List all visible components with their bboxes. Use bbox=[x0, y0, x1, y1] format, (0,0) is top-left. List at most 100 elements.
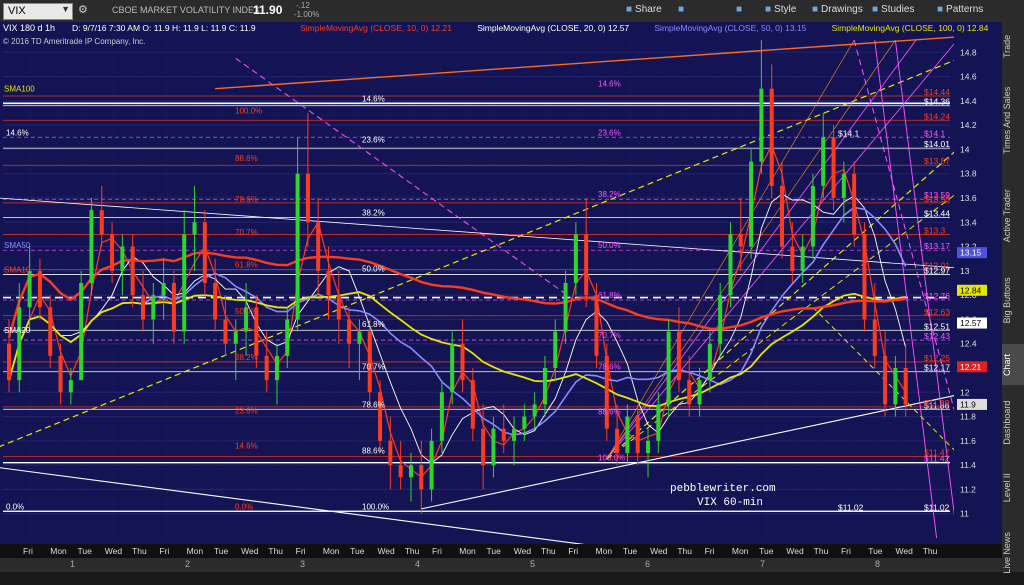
bottom-bar-item[interactable]: 1 bbox=[70, 559, 75, 569]
y-tick-label: 14.8 bbox=[960, 47, 977, 57]
price-tag-text: 12.84 bbox=[960, 285, 982, 295]
sma-label: SMA20 bbox=[4, 326, 31, 335]
candle-body bbox=[676, 331, 681, 381]
price-level-label: $13.44 bbox=[924, 208, 950, 218]
button-label: Patterns bbox=[946, 4, 984, 15]
candle-body bbox=[790, 246, 795, 271]
x-tick-label: Wed bbox=[241, 546, 259, 556]
bottom-bar-item[interactable]: 5 bbox=[530, 559, 535, 569]
tab-dashboard[interactable]: Dashboard bbox=[1002, 391, 1024, 454]
bottom-bar-item[interactable]: 3 bbox=[300, 559, 305, 569]
tab-level-ii[interactable]: Level II bbox=[1002, 459, 1024, 516]
candle-body bbox=[883, 355, 888, 405]
price-level-label: $13.3 bbox=[924, 225, 946, 235]
share-button[interactable]: ■ Share bbox=[626, 4, 662, 15]
price-level-label: $14.36 bbox=[924, 97, 950, 107]
bottom-bar-item[interactable]: 2 bbox=[185, 559, 190, 569]
candle-body bbox=[759, 88, 764, 162]
candle-body bbox=[573, 234, 578, 283]
studies-button[interactable]: ■ Studies bbox=[872, 4, 914, 15]
candle-body bbox=[99, 210, 104, 235]
patterns-button[interactable]: ■ Patterns bbox=[937, 4, 983, 15]
gear-icon[interactable]: ⚙ bbox=[78, 3, 88, 16]
tab-times-and-sales[interactable]: Times And Sales bbox=[1002, 73, 1024, 168]
candle-body bbox=[780, 185, 785, 247]
price-level-label: $12.76 bbox=[924, 291, 950, 301]
price-chart[interactable]: 14.6% 23.6% 38.2% 50.0% 61.8% 70.7% 78.6% 88.6%… bbox=[0, 22, 1002, 558]
candle-body bbox=[429, 440, 434, 490]
x-tick-label: Thu bbox=[405, 546, 420, 556]
time-axis[interactable]: Fri Mon Tue Wed Thu Fri Mon Tue Wed Thu Fri Mon Tue W… bbox=[0, 544, 1002, 558]
fib-label: 78.6% bbox=[362, 400, 385, 409]
y-tick-label: 11.4 bbox=[960, 460, 976, 470]
share-icon: ■ bbox=[626, 4, 633, 15]
study-legend: SimpleMovingAvg (CLOSE, 100, 0) 12.84 bbox=[832, 23, 989, 33]
x-tick-label: Wed bbox=[786, 546, 804, 556]
x-tick-label: Mon bbox=[50, 546, 67, 556]
bottom-bar-item[interactable]: 6 bbox=[645, 559, 650, 569]
candle-body bbox=[769, 88, 774, 186]
button-label: Style bbox=[774, 4, 797, 15]
bottom-bar-item[interactable]: 7 bbox=[760, 559, 765, 569]
x-tick-label: Thu bbox=[923, 546, 938, 556]
symbol-input[interactable]: VIX ▼ bbox=[3, 3, 73, 20]
fib-label: 88.6% bbox=[362, 446, 385, 455]
candle-body bbox=[182, 234, 187, 332]
x-tick-label: Fri bbox=[159, 546, 169, 556]
tab-chart[interactable]: Chart bbox=[1002, 343, 1024, 385]
drawings-icon: ■ bbox=[812, 4, 819, 15]
x-tick-label: Mon bbox=[596, 546, 613, 556]
candle-body bbox=[697, 380, 702, 405]
x-tick-label: Mon bbox=[187, 546, 204, 556]
price-level-label: $12.63 bbox=[924, 307, 950, 317]
price-level-label: $11.02 bbox=[838, 502, 864, 512]
candle-body bbox=[326, 270, 331, 296]
candle-body bbox=[635, 416, 640, 453]
studies-icon: ■ bbox=[872, 4, 879, 15]
candle-body bbox=[872, 319, 877, 356]
gear-button[interactable]: ■ bbox=[736, 4, 745, 15]
price-level-label: $11.42 bbox=[924, 454, 950, 464]
tab-live-news[interactable]: Live News bbox=[1002, 522, 1024, 585]
fib-label: 50.0% bbox=[598, 241, 621, 250]
tab-active-trader[interactable]: Active Trader bbox=[1002, 174, 1024, 258]
candle-body bbox=[687, 380, 692, 405]
candle-body bbox=[800, 246, 805, 271]
bottom-bar-item[interactable]: 4 bbox=[415, 559, 420, 569]
fib-label: 0.0% bbox=[235, 502, 253, 511]
fib-label: 78.6% bbox=[235, 195, 258, 204]
tab-trade[interactable]: Trade bbox=[1002, 26, 1024, 67]
copyright: © 2016 TD Ameritrade IP Company, Inc. bbox=[3, 37, 145, 46]
y-tick-label: 11.8 bbox=[960, 412, 976, 422]
y-tick-label: 12.4 bbox=[960, 339, 977, 349]
y-tick-label: 14.6 bbox=[960, 72, 977, 82]
candle-body bbox=[336, 295, 341, 320]
x-tick-label: Wed bbox=[377, 546, 395, 556]
x-tick-label: Mon bbox=[732, 546, 749, 556]
fib-label: 14.6% bbox=[362, 94, 385, 103]
candle-body bbox=[398, 465, 403, 478]
style-button[interactable]: ■ Style bbox=[765, 4, 796, 15]
bell-button[interactable]: ■ bbox=[678, 4, 687, 15]
candle-body bbox=[512, 428, 517, 441]
y-tick-label: 14.2 bbox=[960, 120, 977, 130]
y-tick-label: 14 bbox=[960, 144, 970, 154]
tab-big-buttons[interactable]: Big Buttons bbox=[1002, 264, 1024, 337]
x-tick-label: Wed bbox=[105, 546, 123, 556]
price-level-label: $13.17 bbox=[924, 241, 950, 251]
source-label: pebblewriter.com bbox=[670, 483, 776, 495]
candle-body bbox=[646, 440, 651, 453]
candle-body bbox=[192, 222, 197, 235]
net-change-pct: -1.00% bbox=[294, 10, 320, 19]
time-axis-bg bbox=[0, 544, 1002, 558]
candle-body bbox=[728, 234, 733, 296]
candle-body bbox=[749, 161, 754, 247]
chevron-down-icon[interactable]: ▼ bbox=[61, 4, 70, 14]
x-tick-label: Thu bbox=[677, 546, 692, 556]
study-legend: SimpleMovingAvg (CLOSE, 50, 0) 13.15 bbox=[654, 23, 806, 33]
fib-label: 38.2% bbox=[598, 190, 621, 199]
candle-body bbox=[707, 343, 712, 381]
bottom-bar-item[interactable]: 8 bbox=[875, 559, 880, 569]
sma-label: SMA50 bbox=[4, 241, 31, 250]
drawings-button[interactable]: ■ Drawings bbox=[812, 4, 863, 15]
